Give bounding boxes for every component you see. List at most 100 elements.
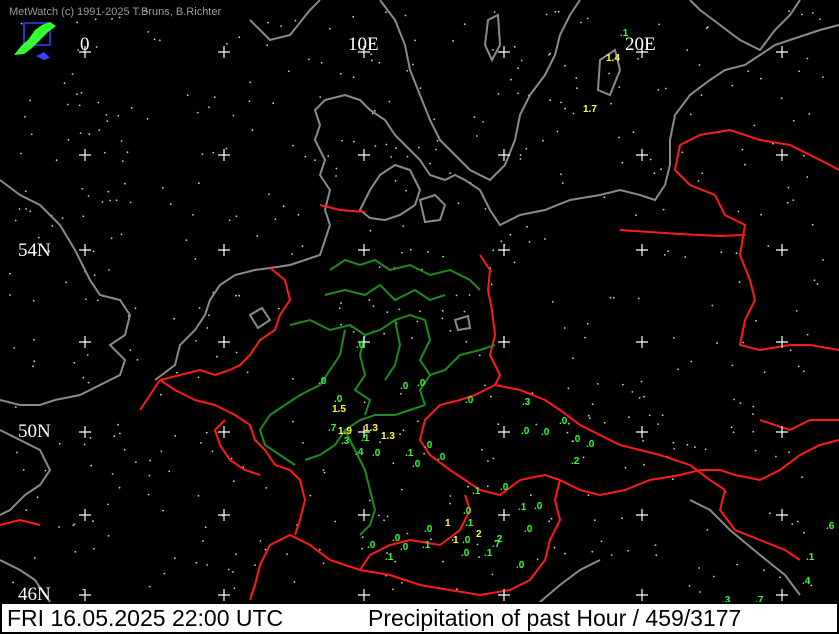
- station-dot: [211, 450, 214, 453]
- precip-value: .0: [372, 448, 381, 459]
- station-dot: [282, 205, 285, 208]
- station-dot: [779, 576, 781, 579]
- station-dot: [405, 189, 407, 192]
- station-dot: [173, 317, 176, 320]
- station-dot: [597, 383, 599, 385]
- station-dot: [89, 437, 92, 439]
- station-dot: [608, 72, 610, 75]
- precip-value: .1: [484, 548, 493, 559]
- station-dot: [36, 496, 39, 499]
- station-dot: [394, 180, 397, 182]
- station-dot: [806, 176, 809, 178]
- station-dot: [414, 39, 416, 42]
- station-dot: [119, 432, 121, 435]
- station-dot: [473, 116, 476, 119]
- precip-value: .0: [461, 548, 470, 559]
- station-dot: [67, 138, 70, 141]
- station-dot: [603, 421, 606, 424]
- station-dot: [147, 493, 150, 496]
- station-dot: [455, 294, 458, 297]
- station-dot: [706, 529, 709, 531]
- station-dot: [194, 258, 197, 260]
- station-dot: [813, 279, 816, 282]
- station-dot: [591, 550, 594, 553]
- station-dot: [86, 354, 89, 356]
- station-dot: [767, 245, 770, 248]
- station-dot: [246, 371, 249, 374]
- station-dot: [328, 27, 331, 30]
- station-dot: [788, 451, 790, 454]
- station-dot: [457, 202, 460, 205]
- station-dot: [492, 249, 495, 252]
- precip-value: .0: [559, 416, 568, 427]
- station-dot: [340, 323, 342, 326]
- grid-cross: [776, 46, 788, 58]
- precip-value: .1: [472, 486, 481, 497]
- station-dot: [228, 219, 231, 222]
- grid-cross: [218, 46, 230, 58]
- station-dot: [436, 139, 439, 142]
- station-dot: [256, 235, 259, 237]
- precip-value: .1: [422, 540, 431, 551]
- station-dot: [535, 423, 538, 426]
- station-dot: [9, 272, 11, 275]
- station-dot: [208, 106, 210, 109]
- station-dot: [238, 294, 241, 297]
- precip-value: .0: [400, 381, 409, 392]
- station-dot: [560, 173, 562, 176]
- station-dot: [730, 426, 733, 429]
- station-dot: [744, 163, 746, 166]
- station-dot: [406, 155, 409, 158]
- precip-value: 1.3: [381, 431, 395, 442]
- station-dot: [96, 299, 99, 302]
- station-dot: [763, 569, 765, 572]
- copyright-text: MetWatch (c) 1991-2025 T.Bruns, B.Richte…: [9, 6, 221, 18]
- station-dot: [525, 147, 528, 150]
- station-dot: [429, 162, 431, 165]
- station-dot: [747, 70, 750, 73]
- station-dot: [806, 57, 809, 60]
- station-dot: [267, 21, 270, 24]
- station-dot: [427, 251, 429, 253]
- station-dot: [58, 442, 61, 445]
- precip-value: .4: [355, 447, 364, 458]
- lon-label-0: 0: [80, 34, 90, 55]
- station-dot: [816, 283, 819, 285]
- grid-cross: [776, 589, 788, 601]
- station-dot: [85, 298, 87, 301]
- station-dot: [292, 144, 294, 147]
- station-dot: [264, 548, 267, 551]
- station-dot: [591, 403, 594, 406]
- station-dot: [711, 304, 714, 307]
- station-dot: [738, 281, 741, 283]
- station-dot: [118, 486, 121, 489]
- station-dot: [235, 294, 237, 297]
- grid-cross: [776, 509, 788, 521]
- station-dot: [698, 567, 700, 569]
- station-dot: [196, 111, 199, 114]
- station-dot: [249, 81, 252, 84]
- station-dot: [233, 480, 235, 482]
- station-dot: [463, 23, 466, 25]
- precip-value: 1.4: [606, 53, 620, 64]
- station-dot: [293, 580, 296, 583]
- station-dot: [197, 495, 200, 497]
- precip-value: .2: [571, 456, 580, 467]
- station-dot: [266, 44, 269, 47]
- station-dot: [681, 151, 684, 154]
- station-dot: [561, 182, 564, 185]
- station-dot: [386, 515, 389, 518]
- station-dot: [92, 250, 95, 253]
- station-dot: [463, 310, 466, 313]
- station-dot: [686, 49, 689, 51]
- station-dot: [14, 406, 17, 408]
- station-dot: [406, 70, 409, 72]
- lat-label-50n: 50N: [18, 421, 51, 442]
- station-dot: [545, 13, 548, 16]
- station-dot: [663, 254, 666, 256]
- station-dot: [280, 25, 282, 27]
- station-dot: [795, 310, 798, 312]
- station-dot: [352, 331, 355, 333]
- precip-value: .1: [405, 448, 414, 459]
- station-dot: [268, 193, 270, 196]
